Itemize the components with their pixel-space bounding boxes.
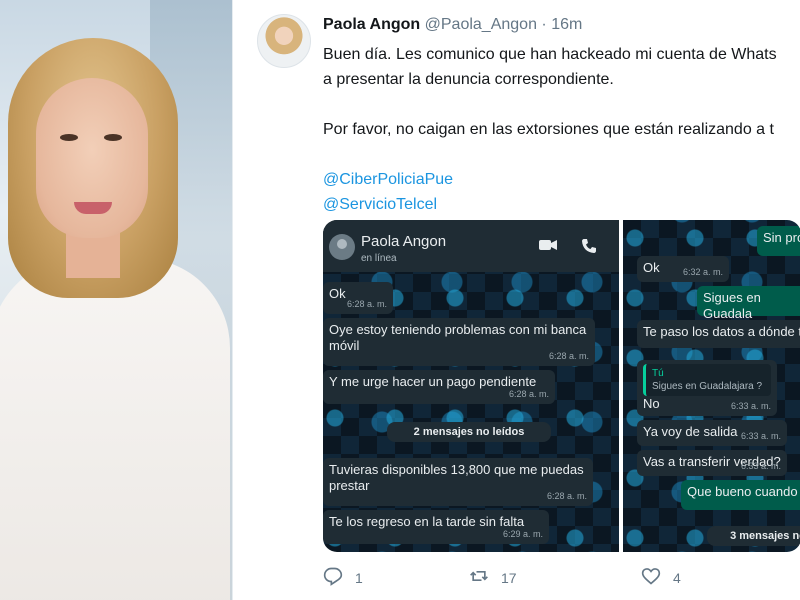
tweet-actions: 1 17 4 xyxy=(323,566,800,596)
photo-mouth xyxy=(74,202,112,214)
photo-face xyxy=(36,78,148,238)
unread-indicator: 3 mensajes no leío xyxy=(707,526,800,546)
video-call-icon xyxy=(539,238,557,257)
author-name[interactable]: Paola Angon xyxy=(323,16,420,33)
separator-dot: · xyxy=(541,16,547,33)
author-handle[interactable]: @Paola_Angon xyxy=(425,16,537,33)
photo-eye-left xyxy=(60,134,78,141)
reply-icon xyxy=(323,566,343,589)
tweet-media[interactable]: Paola Angon en línea Ok 6:28 a. m. Oye es… xyxy=(323,220,800,552)
chat-message: Te los regreso en la tarde sin falta 6:29… xyxy=(323,510,549,544)
reply-count: 1 xyxy=(355,569,363,586)
retweet-button[interactable]: 17 xyxy=(469,566,517,589)
avatar[interactable] xyxy=(257,14,311,68)
chat-message: Ya voy de salida 6:33 a. m. xyxy=(637,420,787,446)
chat-contact-name: Paola Angon xyxy=(361,233,447,250)
chat-status: en línea xyxy=(361,253,397,264)
chat-message-sent: Sin pro xyxy=(757,226,800,256)
tweet-text-line: a presentar la denuncia correspondiente. xyxy=(323,71,614,88)
chat-avatar-icon xyxy=(329,234,355,260)
profile-photo xyxy=(0,0,232,600)
phone-icon xyxy=(581,238,597,259)
chat-message: Oye estoy teniendo problemas con mi banc… xyxy=(323,318,595,366)
unread-indicator: 2 mensajes no leídos xyxy=(387,422,551,442)
retweet-icon xyxy=(469,566,489,589)
chat-message: Tuvieras disponibles 13,800 que me pueda… xyxy=(323,458,593,506)
mention-link[interactable]: @CiberPoliciaPue xyxy=(323,171,453,188)
chat-message-sent: Sigues en Guadala xyxy=(697,286,800,321)
chat-message: Y me urge hacer un pago pendiente 6:28 a.… xyxy=(323,370,555,404)
mention-link[interactable]: @ServicioTelcel xyxy=(323,196,437,213)
chat-message-reply: Tú Sigues en Guadalajara ? No 6:33 a. m. xyxy=(637,360,777,416)
photo-eye-right xyxy=(104,134,122,141)
tweet-timestamp[interactable]: 16m xyxy=(551,16,582,33)
retweet-count: 17 xyxy=(501,569,517,586)
reply-button[interactable]: 1 xyxy=(323,566,363,589)
chat-message: Ok 6:32 a. m. xyxy=(637,256,729,282)
chat-message: Vas a transferir verdad? 6:33 a. m. xyxy=(637,450,787,476)
tweet-header: Paola Angon @Paola_Angon · 16m xyxy=(323,16,582,34)
like-icon xyxy=(641,566,661,589)
tweet-text: Buen día. Les comunico que han hackeado … xyxy=(323,42,800,217)
chat-message-sent: Que bueno cuando lle xyxy=(681,480,800,510)
chat-screenshot-right[interactable]: Sin pro Ok6:32 a. m. Sigues en Guadala T… xyxy=(623,220,800,552)
tweet-card: Paola Angon @Paola_Angon · 16m Buen día.… xyxy=(232,0,800,600)
like-count: 4 xyxy=(673,569,681,586)
chat-header: Paola Angon en línea xyxy=(323,220,619,272)
chat-screenshot-left[interactable]: Paola Angon en línea Ok 6:28 a. m. Oye es… xyxy=(323,220,619,552)
chat-message: Te paso los datos a dónde tra xyxy=(637,320,800,348)
like-button[interactable]: 4 xyxy=(641,566,681,589)
tweet-text-line: Buen día. Les comunico que han hackeado … xyxy=(323,46,777,63)
photo-blazer xyxy=(0,258,230,600)
chat-message: Ok 6:28 a. m. xyxy=(323,282,393,314)
tweet-text-line: Por favor, no caigan en las extorsiones … xyxy=(323,121,774,138)
quoted-message: Tú Sigues en Guadalajara ? xyxy=(643,364,771,396)
